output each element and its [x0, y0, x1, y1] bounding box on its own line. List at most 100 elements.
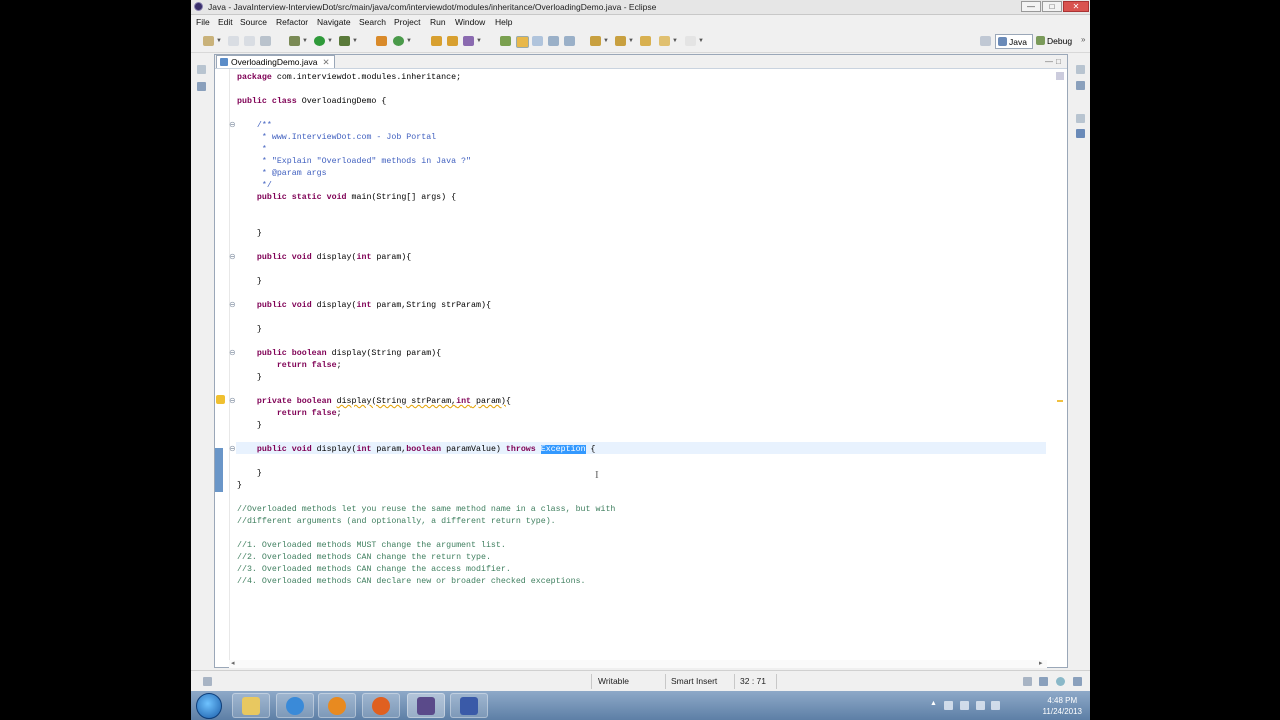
menu-help[interactable]: Help: [495, 17, 512, 27]
open-type-icon[interactable]: [431, 36, 442, 46]
outline-icon[interactable]: [1076, 129, 1085, 138]
show-whitespace-icon[interactable]: [548, 36, 559, 46]
maximize-button[interactable]: □: [1042, 1, 1062, 12]
print-icon[interactable]: [260, 36, 271, 46]
minimize-view-icon[interactable]: —: [1045, 57, 1053, 66]
chevron-down-icon[interactable]: ▼: [672, 38, 678, 44]
save-icon[interactable]: [228, 36, 239, 46]
collapse-icon[interactable]: ⊖: [229, 300, 236, 309]
tray-expand-icon[interactable]: ▲: [930, 700, 937, 707]
chevron-down-icon[interactable]: ▼: [327, 38, 333, 44]
external-tools-icon[interactable]: [339, 36, 350, 46]
volume-icon[interactable]: [991, 701, 1000, 710]
block-selection-icon[interactable]: [532, 36, 543, 46]
menu-window[interactable]: Window: [455, 17, 485, 27]
menu-search[interactable]: Search: [359, 17, 386, 27]
code-line: public boolean display(String param){: [237, 349, 442, 358]
last-edit-icon[interactable]: [640, 36, 651, 46]
chevron-down-icon[interactable]: ▼: [302, 38, 308, 44]
perspective-java[interactable]: Java: [995, 34, 1033, 49]
run-icon[interactable]: [314, 36, 325, 46]
sync-icon[interactable]: [1056, 677, 1065, 686]
taskbar-ie[interactable]: [276, 693, 314, 718]
close-icon[interactable]: ✕: [322, 57, 329, 67]
perspective-debug[interactable]: Debug: [1036, 34, 1076, 49]
eclipse-icon: [194, 2, 203, 11]
scroll-left-icon[interactable]: ◂: [231, 659, 235, 667]
search-icon[interactable]: [463, 36, 474, 46]
collapse-icon[interactable]: ⊖: [229, 120, 236, 129]
tray-icon[interactable]: [960, 701, 969, 710]
collapse-icon[interactable]: ⊖: [229, 348, 236, 357]
code-line: * @param args: [237, 169, 327, 178]
debug-icon[interactable]: [289, 36, 300, 46]
menu-source[interactable]: Source: [240, 17, 267, 27]
package-explorer-icon[interactable]: [197, 82, 206, 91]
code-line: private boolean display(String strParam,…: [237, 397, 511, 406]
taskbar-clock[interactable]: 4:48 PM 11/24/2013: [1043, 695, 1082, 717]
mark-occurrences-icon[interactable]: [516, 36, 529, 48]
open-task-icon[interactable]: [447, 36, 458, 46]
menu-edit[interactable]: Edit: [218, 17, 233, 27]
scroll-right-icon[interactable]: ▸: [1039, 659, 1043, 667]
menu-run[interactable]: Run: [430, 17, 446, 27]
maximize-view-icon[interactable]: □: [1056, 57, 1061, 66]
fast-view-icon[interactable]: [203, 677, 212, 686]
tasks-icon[interactable]: [1039, 677, 1048, 686]
start-button[interactable]: [196, 693, 222, 719]
warning-icon[interactable]: [216, 395, 225, 404]
app-icon: [460, 697, 478, 715]
task-list-icon[interactable]: [1076, 81, 1085, 90]
right-trim-stack: [1070, 53, 1090, 668]
annotation-icon[interactable]: [500, 36, 511, 46]
chevron-down-icon[interactable]: ▼: [476, 38, 482, 44]
tray-icon[interactable]: [944, 701, 953, 710]
restore-icon[interactable]: [1076, 114, 1085, 123]
code-area[interactable]: ⊖ ⊖ ⊖ ⊖ ⊖ ⊖ package com.interviewdot.mod…: [215, 69, 1067, 662]
new-icon[interactable]: [203, 36, 214, 46]
forward-icon[interactable]: [685, 36, 696, 46]
horizontal-scrollbar[interactable]: ◂ ▸: [229, 660, 1047, 668]
taskbar-media-player[interactable]: [318, 693, 356, 718]
more-perspectives[interactable]: »: [1081, 35, 1085, 44]
taskbar-app[interactable]: [450, 693, 488, 718]
chevron-down-icon[interactable]: ▼: [628, 38, 634, 44]
open-perspective-icon[interactable]: [980, 36, 991, 46]
chevron-down-icon[interactable]: ▼: [216, 38, 222, 44]
chevron-down-icon[interactable]: ▼: [352, 38, 358, 44]
restore-icon[interactable]: [197, 65, 206, 74]
left-trim-stack: [191, 53, 211, 668]
previous-annotation-icon[interactable]: [615, 36, 626, 46]
tab-overloadingdemo[interactable]: OverloadingDemo.java ✕: [216, 55, 335, 68]
menu-project[interactable]: Project: [394, 17, 420, 27]
save-all-icon[interactable]: [244, 36, 255, 46]
taskbar-eclipse[interactable]: [407, 693, 445, 718]
chevron-down-icon[interactable]: ▼: [406, 38, 412, 44]
close-button[interactable]: ✕: [1063, 1, 1089, 12]
collapse-icon[interactable]: ⊖: [229, 444, 236, 453]
taskbar-explorer[interactable]: [232, 693, 270, 718]
code-line: * www.InterviewDot.com - Job Portal: [237, 133, 437, 142]
collapse-icon[interactable]: ⊖: [229, 396, 236, 405]
new-java-project-icon[interactable]: [376, 36, 387, 46]
overview-ruler[interactable]: [1056, 72, 1064, 662]
new-class-icon[interactable]: [393, 36, 404, 46]
chevron-down-icon[interactable]: ▼: [603, 38, 609, 44]
menu-navigate[interactable]: Navigate: [317, 17, 351, 27]
taskbar-firefox[interactable]: [362, 693, 400, 718]
network-icon[interactable]: [976, 701, 985, 710]
settings-icon[interactable]: [1073, 677, 1082, 686]
collapse-icon[interactable]: ⊖: [229, 252, 236, 261]
paragraph-icon[interactable]: [564, 36, 575, 46]
minimize-button[interactable]: —: [1021, 1, 1041, 12]
back-icon[interactable]: [659, 36, 670, 46]
menu-refactor[interactable]: Refactor: [276, 17, 308, 27]
code-line: package com.interviewdot.modules.inherit…: [237, 73, 462, 82]
restore-icon[interactable]: [1076, 65, 1085, 74]
clock-date: 11/24/2013: [1042, 707, 1082, 716]
warning-marker[interactable]: [1057, 400, 1063, 402]
menu-file[interactable]: File: [196, 17, 210, 27]
chevron-down-icon[interactable]: ▼: [698, 38, 704, 44]
next-annotation-icon[interactable]: [590, 36, 601, 46]
bookmark-icon[interactable]: [1023, 677, 1032, 686]
